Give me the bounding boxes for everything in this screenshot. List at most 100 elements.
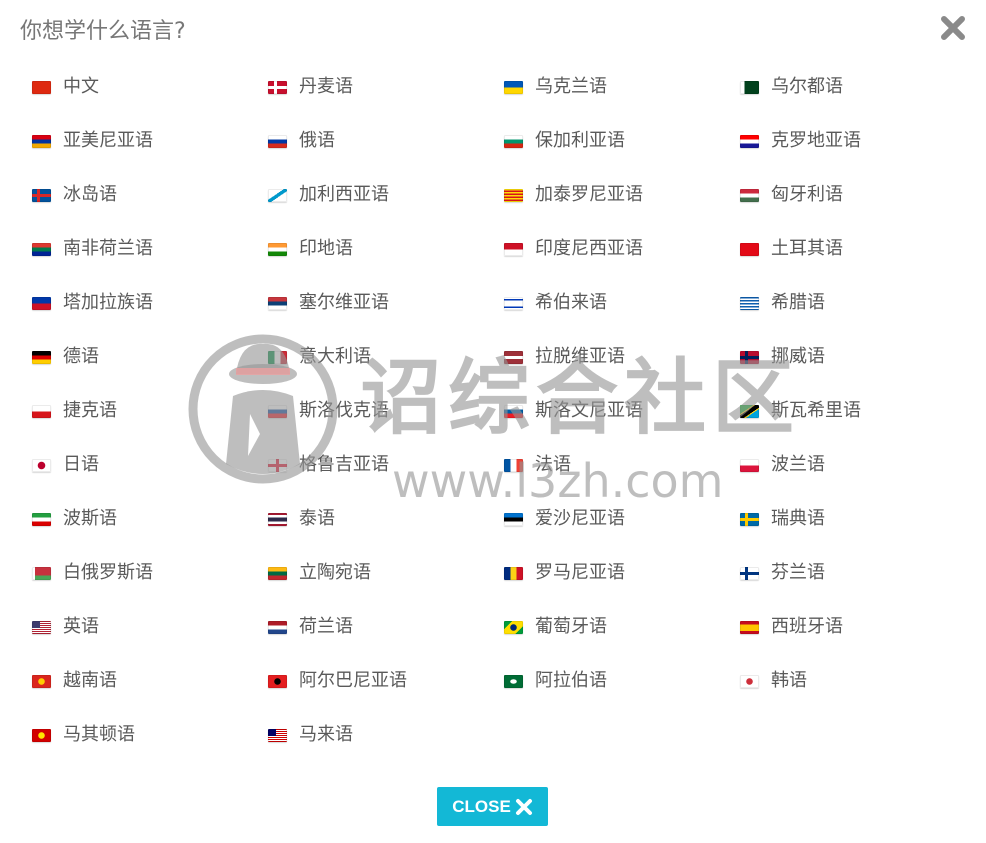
language-item[interactable]: 荷兰语 (268, 600, 504, 654)
slovenia-flag-icon (504, 404, 523, 418)
language-label: 斯瓦希里语 (771, 400, 861, 421)
language-item[interactable]: 波斯语 (32, 492, 268, 546)
china-flag-icon (32, 80, 51, 94)
language-item[interactable]: 希腊语 (740, 276, 932, 330)
dialog-title: 你想学什么语言? (20, 19, 186, 44)
serbia-flag-icon (268, 296, 287, 310)
language-label: 德语 (63, 346, 99, 367)
language-item[interactable]: 挪威语 (740, 330, 932, 384)
language-label: 波斯语 (63, 508, 117, 529)
language-item[interactable]: 克罗地亚语 (740, 114, 932, 168)
language-item[interactable]: 塔加拉族语 (32, 276, 268, 330)
language-item[interactable]: 斯洛伐克语 (268, 384, 504, 438)
language-label: 韩语 (771, 670, 807, 691)
language-label: 塔加拉族语 (63, 292, 153, 313)
language-item[interactable]: 阿拉伯语 (504, 654, 740, 708)
language-item[interactable]: 丹麦语 (268, 60, 504, 114)
catalonia-flag-icon (504, 188, 523, 202)
language-item[interactable]: 阿尔巴尼亚语 (268, 654, 504, 708)
language-item[interactable]: 保加利亚语 (504, 114, 740, 168)
close-icon (515, 798, 533, 816)
language-item[interactable]: 亚美尼亚语 (32, 114, 268, 168)
language-label: 阿拉伯语 (535, 670, 607, 691)
japan-flag-icon (32, 458, 51, 472)
language-label: 芬兰语 (771, 562, 825, 583)
language-label: 白俄罗斯语 (63, 562, 153, 583)
macedonia-flag-icon (32, 728, 51, 742)
language-item[interactable]: 冰岛语 (32, 168, 268, 222)
language-item[interactable]: 加泰罗尼亚语 (504, 168, 740, 222)
pakistan-flag-icon (740, 80, 759, 94)
language-item[interactable]: 俄语 (268, 114, 504, 168)
language-label: 乌尔都语 (771, 76, 843, 97)
language-item[interactable]: 乌尔都语 (740, 60, 932, 114)
language-item[interactable]: 瑞典语 (740, 492, 932, 546)
close-x-icon[interactable] (938, 13, 968, 43)
germany-flag-icon (32, 350, 51, 364)
language-label: 乌克兰语 (535, 76, 607, 97)
turkey-flag-icon (740, 242, 759, 256)
norway-flag-icon (740, 350, 759, 364)
iran-flag-icon (32, 512, 51, 526)
bulgaria-flag-icon (504, 134, 523, 148)
language-item[interactable]: 越南语 (32, 654, 268, 708)
language-item[interactable]: 立陶宛语 (268, 546, 504, 600)
romania-flag-icon (504, 566, 523, 580)
language-label: 马来语 (299, 724, 353, 745)
sweden-flag-icon (740, 512, 759, 526)
language-item[interactable]: 葡萄牙语 (504, 600, 740, 654)
close-button[interactable]: CLOSE (437, 787, 548, 826)
language-item[interactable]: 加利西亚语 (268, 168, 504, 222)
language-item[interactable]: 意大利语 (268, 330, 504, 384)
lithuania-flag-icon (268, 566, 287, 580)
language-item[interactable]: 德语 (32, 330, 268, 384)
language-item[interactable]: 乌克兰语 (504, 60, 740, 114)
language-item[interactable]: 英语 (32, 600, 268, 654)
language-item[interactable]: 波兰语 (740, 438, 932, 492)
language-item[interactable]: 西班牙语 (740, 600, 932, 654)
language-label: 拉脱维亚语 (535, 346, 625, 367)
language-label: 斯洛伐克语 (299, 400, 389, 421)
language-label: 印度尼西亚语 (535, 238, 643, 259)
language-item[interactable]: 马其顿语 (32, 708, 268, 762)
language-item[interactable]: 塞尔维亚语 (268, 276, 504, 330)
language-item[interactable]: 斯洛文尼亚语 (504, 384, 740, 438)
philippines-flag-icon (32, 296, 51, 310)
language-label: 爱沙尼亚语 (535, 508, 625, 529)
language-item[interactable]: 南非荷兰语 (32, 222, 268, 276)
language-label: 日语 (63, 454, 99, 475)
language-item[interactable]: 印地语 (268, 222, 504, 276)
language-label: 加泰罗尼亚语 (535, 184, 643, 205)
language-label: 斯洛文尼亚语 (535, 400, 643, 421)
language-item[interactable]: 日语 (32, 438, 268, 492)
language-label: 葡萄牙语 (535, 616, 607, 637)
language-item[interactable]: 马来语 (268, 708, 504, 762)
language-item[interactable]: 韩语 (740, 654, 932, 708)
armenia-flag-icon (32, 134, 51, 148)
language-item[interactable]: 拉脱维亚语 (504, 330, 740, 384)
language-dialog: 你想学什么语言? 中文 丹麦语 乌克兰语 乌尔都语亚美尼亚语 俄语 保加利亚语 克罗地亚语冰… (0, 0, 986, 843)
language-item[interactable]: 法语 (504, 438, 740, 492)
language-item[interactable]: 斯瓦希里语 (740, 384, 932, 438)
israel-flag-icon (504, 296, 523, 310)
language-item[interactable]: 泰语 (268, 492, 504, 546)
language-item[interactable]: 希伯来语 (504, 276, 740, 330)
language-item[interactable]: 爱沙尼亚语 (504, 492, 740, 546)
language-item[interactable]: 格鲁吉亚语 (268, 438, 504, 492)
language-item[interactable]: 印度尼西亚语 (504, 222, 740, 276)
france-flag-icon (504, 458, 523, 472)
language-label: 波兰语 (771, 454, 825, 475)
poland-flag-icon (740, 458, 759, 472)
belarus-flag-icon (32, 566, 51, 580)
language-item[interactable]: 罗马尼亚语 (504, 546, 740, 600)
language-label: 亚美尼亚语 (63, 130, 153, 151)
language-item[interactable]: 中文 (32, 60, 268, 114)
language-item[interactable]: 土耳其语 (740, 222, 932, 276)
language-item[interactable]: 捷克语 (32, 384, 268, 438)
language-item[interactable]: 匈牙利语 (740, 168, 932, 222)
language-item[interactable]: 芬兰语 (740, 546, 932, 600)
albania-flag-icon (268, 674, 287, 688)
language-item[interactable]: 白俄罗斯语 (32, 546, 268, 600)
language-label: 挪威语 (771, 346, 825, 367)
south-korea-flag-icon (740, 674, 759, 688)
